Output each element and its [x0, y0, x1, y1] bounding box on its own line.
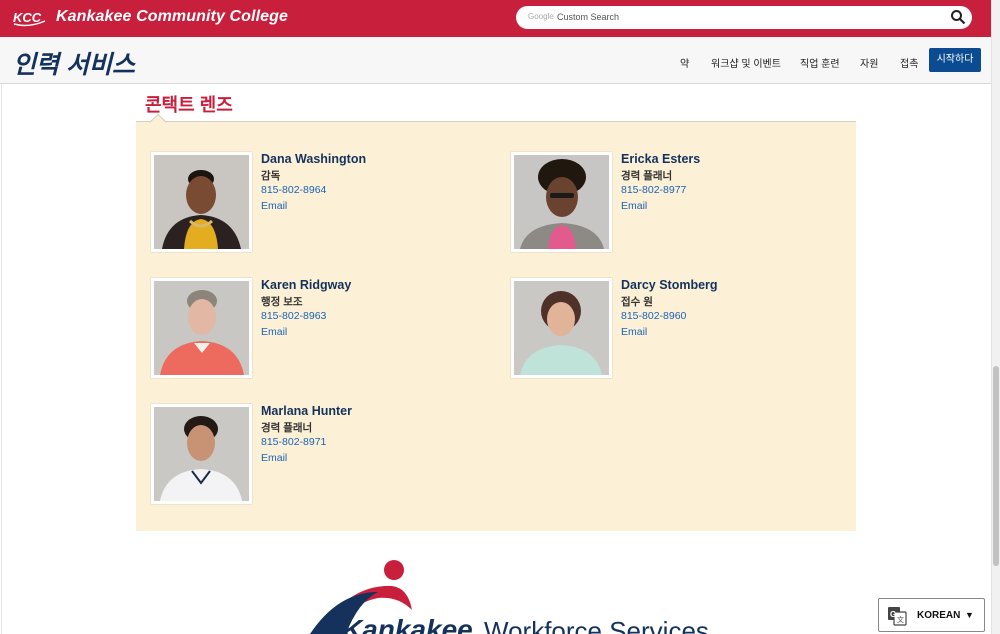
staff-email-link[interactable]: Email [261, 326, 287, 338]
language-selector[interactable]: G 文 KOREAN ▼ [878, 598, 985, 632]
staff-card: Karen Ridgway 행정 보조 815-802-8963 Email [151, 278, 491, 382]
staff-phone-link[interactable]: 815-802-8977 [621, 184, 686, 196]
get-started-button[interactable]: 시작하다 [929, 48, 981, 72]
staff-name: Karen Ridgway [261, 278, 352, 292]
staff-name: Dana Washington [261, 152, 367, 166]
nav-item-about[interactable]: 약 [680, 55, 689, 70]
staff-photo [151, 278, 252, 378]
portrait-image [154, 155, 249, 249]
staff-phone-link[interactable]: 815-802-8971 [261, 436, 326, 448]
search-input[interactable]: Custom Search [557, 12, 619, 22]
nav-item-resources[interactable]: 자원 [860, 55, 878, 70]
logo-text-light: Workforce Services [484, 616, 708, 634]
chevron-down-icon: ▼ [965, 610, 974, 620]
staff-email-link[interactable]: Email [261, 200, 287, 212]
translate-icon: G 文 [888, 607, 907, 626]
college-name[interactable]: Kankakee Community College [56, 8, 288, 26]
svg-text:G: G [890, 610, 896, 619]
staff-phone-link[interactable]: 815-802-8964 [261, 184, 326, 196]
logo-text-bold: Kankakee [342, 614, 473, 634]
staff-role: 감독 [261, 170, 281, 182]
staff-photo [511, 278, 612, 378]
search-box[interactable]: Google Custom Search [516, 6, 972, 29]
page-scrollbar[interactable] [991, 0, 1000, 634]
staff-role: 경력 플래너 [261, 422, 313, 434]
staff-card: Darcy Stomberg 접수 원 815-802-8960 Email [511, 278, 851, 382]
staff-phone-link[interactable]: 815-802-8960 [621, 310, 686, 322]
staff-name: Darcy Stomberg [621, 278, 718, 292]
staff-card: Dana Washington 감독 815-802-8964 Email [151, 152, 491, 256]
staff-card: Marlana Hunter 경력 플래너 815-802-8971 Email [151, 404, 491, 508]
staff-photo [151, 404, 252, 504]
nav-item-job-training[interactable]: 직업 훈련 [800, 55, 840, 70]
staff-role: 행정 보조 [261, 296, 303, 308]
main-navigation: 인력 서비스 약 워크샵 및 이벤트 직업 훈련 자원 접촉 시작하다 [0, 37, 991, 84]
portrait-image [514, 281, 609, 375]
scrollbar-thumb[interactable] [993, 366, 999, 566]
staff-card: Ericka Esters 경력 플래너 815-802-8977 Email [511, 152, 851, 256]
search-icon[interactable] [950, 9, 966, 25]
search-provider-label: Google [528, 12, 554, 21]
staff-email-link[interactable]: Email [621, 200, 647, 212]
staff-email-link[interactable]: Email [261, 452, 287, 464]
staff-email-link[interactable]: Email [621, 326, 647, 338]
kcc-logo-icon[interactable]: KCC [12, 8, 46, 28]
portrait-image [154, 407, 249, 501]
page-border-left [1, 84, 2, 634]
staff-phone-link[interactable]: 815-802-8963 [261, 310, 326, 322]
staff-name: Ericka Esters [621, 152, 701, 166]
workforce-services-logo: Kankakee Workforce Services [308, 558, 708, 634]
svg-text:KCC: KCC [13, 10, 42, 25]
language-label: KOREAN [917, 610, 961, 621]
nav-item-workshops-events[interactable]: 워크샵 및 이벤트 [711, 55, 781, 70]
staff-photo [151, 152, 252, 252]
section-title[interactable]: 인력 서비스 [13, 45, 135, 81]
portrait-image [154, 281, 249, 375]
staff-role: 경력 플래너 [621, 170, 673, 182]
svg-text:文: 文 [897, 615, 904, 624]
nav-item-contact[interactable]: 접촉 [900, 55, 918, 70]
staff-role: 접수 원 [621, 296, 653, 308]
top-header-bar: KCC Kankakee Community College Google Cu… [0, 0, 991, 37]
staff-photo [511, 152, 612, 252]
staff-name: Marlana Hunter [261, 404, 352, 418]
portrait-image [514, 155, 609, 249]
